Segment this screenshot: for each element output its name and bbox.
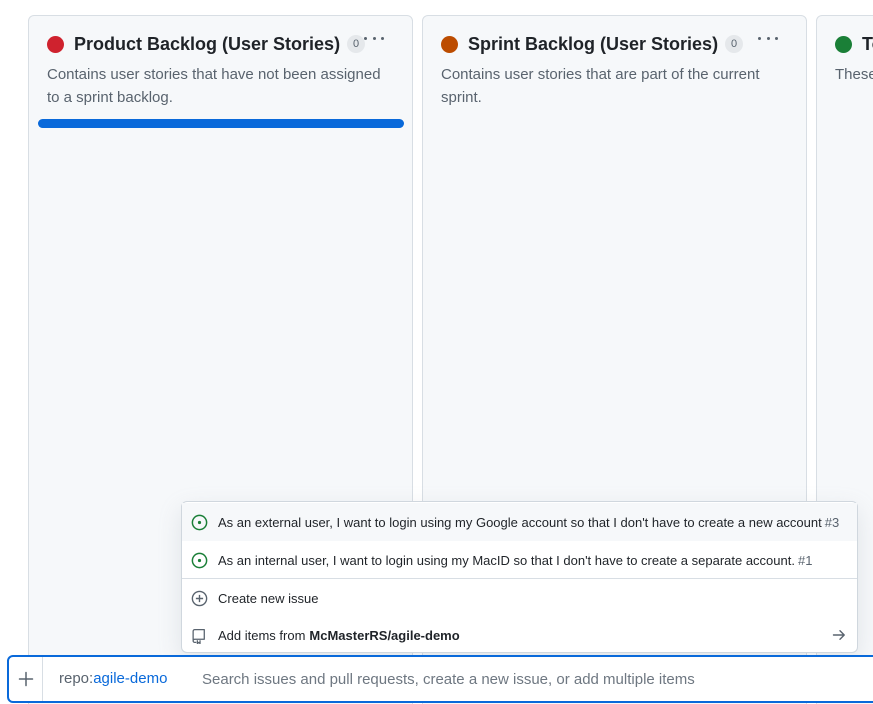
issue-title: As an external user, I want to login usi… [218,514,822,530]
add-items-label: Add items from [218,627,306,643]
kebab-horizontal-icon[interactable] [756,28,780,48]
add-items-from-repo-item[interactable]: Add items from McMasterRS/agile-demo [182,616,857,654]
column-description: Contains user stories that are part of t… [441,66,760,106]
column-description: These [835,66,873,83]
column-header: To [835,33,873,55]
column-title: Sprint Backlog (User Stories) [468,33,719,54]
column-title: To [862,33,873,54]
repo-icon [192,628,205,644]
suggestions-menu: As an external user, I want to login usi… [181,501,858,653]
issue-number: #3 [824,514,840,530]
filter-value: agile-demo [93,670,168,687]
column-header: Sprint Backlog (User Stories) 0 [441,33,788,55]
issue-title: As an internal user, I want to login usi… [218,552,795,568]
project-board: Product Backlog (User Stories) 0 Contain… [0,0,873,704]
status-dot-icon [835,35,852,53]
column-header: Product Backlog (User Stories) 0 [47,33,394,55]
create-new-issue-label: Create new issue [218,590,319,606]
issue-opened-icon [191,552,208,568]
column-title: Product Backlog (User Stories) [74,33,341,54]
repo-name: McMasterRS/agile-demo [309,627,460,643]
plus-icon [18,671,33,687]
column-description: Contains user stories that have not been… [47,66,381,106]
add-item-button[interactable] [9,657,43,701]
item-count-badge: 0 [725,35,744,53]
add-item-bar: repo:agile-demo [7,655,873,703]
issue-opened-icon [191,514,208,530]
create-new-issue-item[interactable]: Create new issue [182,579,857,617]
status-dot-icon [47,35,64,53]
search-input[interactable] [202,666,842,692]
filter-key: repo: [59,670,94,687]
status-dot-icon [441,35,458,53]
suggestion-issue-item[interactable]: As an internal user, I want to login usi… [182,541,857,579]
issue-number: #1 [797,552,813,568]
suggestion-issue-item[interactable]: As an external user, I want to login usi… [182,503,857,541]
plus-circle-icon [191,590,208,606]
drop-indicator [38,119,404,128]
arrow-right-icon [832,630,845,640]
repo-filter-token[interactable]: repo:agile-demo [59,670,167,687]
kebab-horizontal-icon[interactable] [362,28,386,48]
